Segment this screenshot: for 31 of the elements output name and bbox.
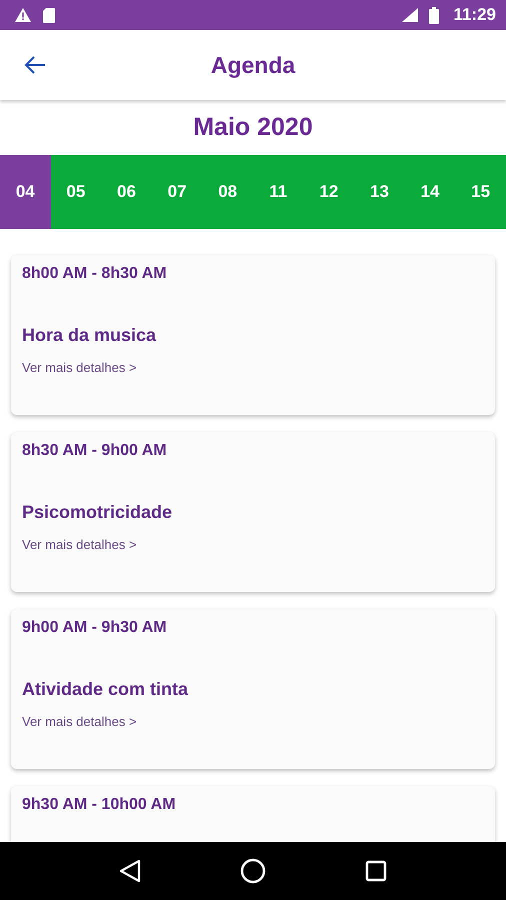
date-tab[interactable]: 06 <box>101 155 152 229</box>
date-tab[interactable]: 07 <box>152 155 202 229</box>
date-tab[interactable]: 04 <box>0 155 51 229</box>
date-tab[interactable]: 11 <box>252 155 304 229</box>
event-card[interactable]: 8h30 AM - 9h00 AM Psicomotricidade Ver mais detalhes > <box>11 432 495 592</box>
event-card[interactable]: 9h00 AM - 9h30 AM Atividade com tinta Ver mais detalhes > <box>11 609 495 769</box>
warning-icon <box>14 7 32 23</box>
date-tab[interactable]: 08 <box>202 155 253 229</box>
event-title: Psicomotricidade <box>22 502 172 523</box>
battery-icon <box>429 6 440 24</box>
event-time: 8h30 AM - 9h00 AM <box>22 442 167 460</box>
month-title: Maio 2020 <box>192 112 314 143</box>
date-tab[interactable]: 13 <box>354 155 405 229</box>
signal-icon <box>401 7 420 23</box>
details-link[interactable]: Ver mais detalhes > <box>22 360 137 375</box>
details-link[interactable]: Ver mais detalhes > <box>22 714 137 729</box>
event-time: 9h00 AM - 9h30 AM <box>22 619 167 637</box>
date-tab[interactable]: 15 <box>455 155 506 229</box>
event-title: Atividade com tinta <box>22 679 188 700</box>
details-link[interactable]: Ver mais detalhes > <box>22 537 137 552</box>
event-time: 8h00 AM - 8h30 AM <box>22 265 167 283</box>
page-title: Agenda <box>210 52 296 78</box>
event-card[interactable]: 8h00 AM - 8h30 AM Hora da musica Ver mais detalhes > <box>11 255 495 415</box>
date-tab[interactable]: 05 <box>50 155 102 229</box>
event-time: 9h30 AM - 10h00 AM <box>22 796 176 814</box>
event-title: Hora da musica <box>22 325 156 346</box>
sd-card-icon <box>42 6 56 24</box>
date-tab[interactable]: 14 <box>404 155 456 229</box>
event-card[interactable]: 9h30 AM - 10h00 AM <box>11 786 495 842</box>
status-time: 11:29 <box>453 5 496 25</box>
date-tab[interactable]: 12 <box>304 155 354 229</box>
